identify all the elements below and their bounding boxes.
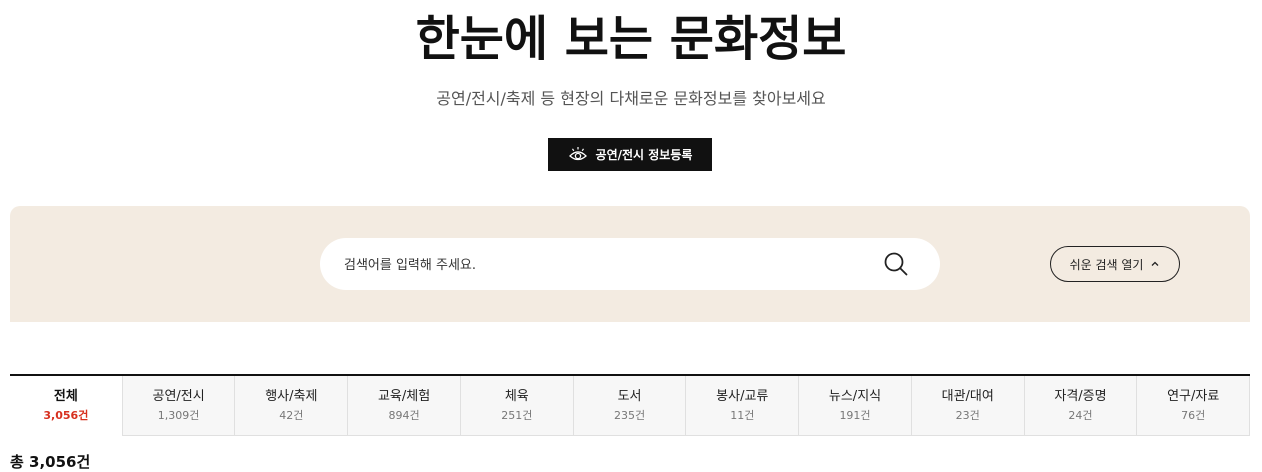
register-info-button[interactable]: 공연/전시 정보등록: [548, 138, 712, 171]
page-subtitle: 공연/전시/축제 등 현장의 다채로운 문화정보를 찾아보세요: [436, 89, 826, 108]
tab-label: 봉사/교류: [716, 388, 769, 404]
tab-event-festival[interactable]: 행사/축제 42건: [235, 376, 349, 436]
tab-label: 체육: [504, 388, 529, 404]
tab-label: 대관/대여: [941, 388, 994, 404]
tab-count: 235건: [613, 408, 646, 422]
tab-count: 894건: [388, 408, 420, 422]
tab-count: 24건: [1068, 408, 1093, 422]
chevron-up-icon: [1150, 259, 1160, 269]
tab-label: 공연/전시: [152, 388, 205, 404]
page-title: 한눈에 보는 문화정보: [415, 11, 847, 67]
tab-label: 교육/체험: [377, 388, 431, 404]
tab-count: 11건: [730, 408, 755, 422]
eye-icon: [568, 145, 588, 165]
search-icon[interactable]: [882, 250, 910, 278]
tab-count: 191건: [839, 408, 871, 422]
tab-count: 3,056건: [43, 409, 89, 422]
easy-search-toggle-button[interactable]: 쉬운 검색 열기: [1050, 246, 1180, 282]
tab-volunteer-exchange[interactable]: 봉사/교류 11건: [686, 376, 800, 436]
tab-performance-exhibition[interactable]: 공연/전시 1,309건: [122, 376, 236, 436]
tab-news-knowledge[interactable]: 뉴스/지식 191건: [799, 376, 912, 436]
search-input[interactable]: [342, 238, 866, 292]
tab-count: 76건: [1181, 408, 1206, 422]
tab-count: 23건: [955, 408, 980, 422]
category-tabs: 전체 3,056건 공연/전시 1,309건 행사/축제 42건 교육/체험 8…: [10, 374, 1251, 436]
tab-count: 251건: [501, 408, 533, 422]
search-panel: 쉬운 검색 열기: [10, 206, 1250, 322]
tab-label: 연구/자료: [1167, 388, 1220, 404]
register-button-label: 공연/전시 정보등록: [595, 148, 693, 162]
tab-label: 행사/축제: [265, 388, 318, 404]
tab-sports[interactable]: 체육 251건: [460, 376, 574, 436]
tab-label: 뉴스/지식: [828, 388, 882, 404]
search-box: [320, 238, 940, 292]
tab-count: 1,309건: [157, 408, 200, 422]
tab-books[interactable]: 도서 235건: [573, 376, 687, 436]
tab-certification[interactable]: 자격/증명 24건: [1024, 376, 1138, 436]
tab-count: 42건: [279, 408, 304, 422]
tab-label: 도서: [617, 388, 642, 404]
tab-rental[interactable]: 대관/대여 23건: [911, 376, 1025, 436]
tab-research-materials[interactable]: 연구/자료 76건: [1137, 376, 1251, 436]
tab-label: 자격/증명: [1054, 388, 1107, 404]
tab-label: 전체: [53, 389, 78, 404]
tab-all[interactable]: 전체 3,056건: [10, 376, 123, 436]
easy-search-label: 쉬운 검색 열기: [1069, 257, 1144, 272]
tab-education-experience[interactable]: 교육/체험 894건: [348, 376, 461, 436]
results-total: 총 3,056건: [10, 453, 91, 471]
